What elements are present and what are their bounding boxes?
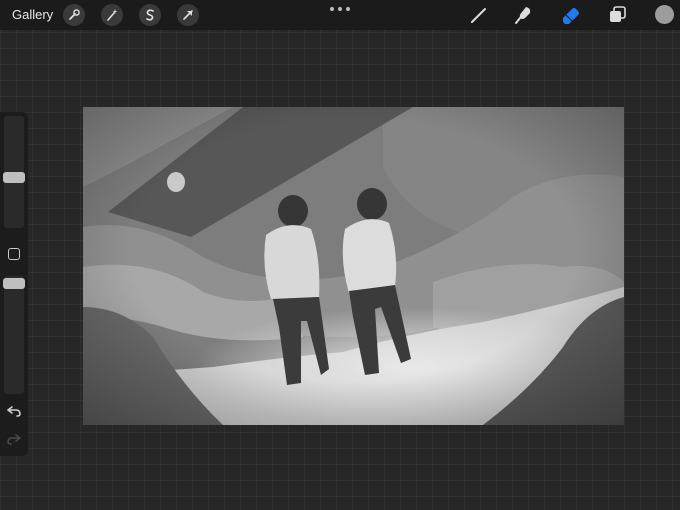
modify-button[interactable] (8, 248, 20, 260)
layers-icon[interactable] (607, 4, 629, 26)
magic-wand-icon (107, 9, 118, 21)
drawing-canvas[interactable] (83, 107, 624, 425)
brush-icon[interactable] (468, 4, 490, 26)
eraser-icon[interactable] (560, 4, 582, 26)
selection-s-icon (146, 9, 154, 21)
transform-button[interactable] (177, 4, 199, 26)
smudge-icon[interactable] (513, 4, 535, 26)
gallery-button[interactable]: Gallery (12, 7, 53, 22)
arrow-cursor-icon (183, 10, 193, 20)
left-sidebar (0, 112, 28, 456)
brush-size-slider[interactable] (3, 116, 25, 228)
more-dots-icon[interactable] (330, 5, 350, 13)
actions-button[interactable] (63, 4, 85, 26)
wrench-icon (69, 9, 80, 20)
opacity-slider[interactable] (3, 276, 25, 394)
color-picker-button[interactable] (655, 5, 674, 24)
artwork (83, 107, 624, 425)
undo-icon[interactable] (6, 404, 22, 418)
brush-size-handle[interactable] (3, 172, 25, 183)
top-toolbar: Gallery (0, 0, 680, 30)
selection-button[interactable] (139, 4, 161, 26)
redo-icon[interactable] (6, 432, 22, 446)
adjustments-button[interactable] (101, 4, 123, 26)
opacity-handle[interactable] (3, 278, 25, 289)
